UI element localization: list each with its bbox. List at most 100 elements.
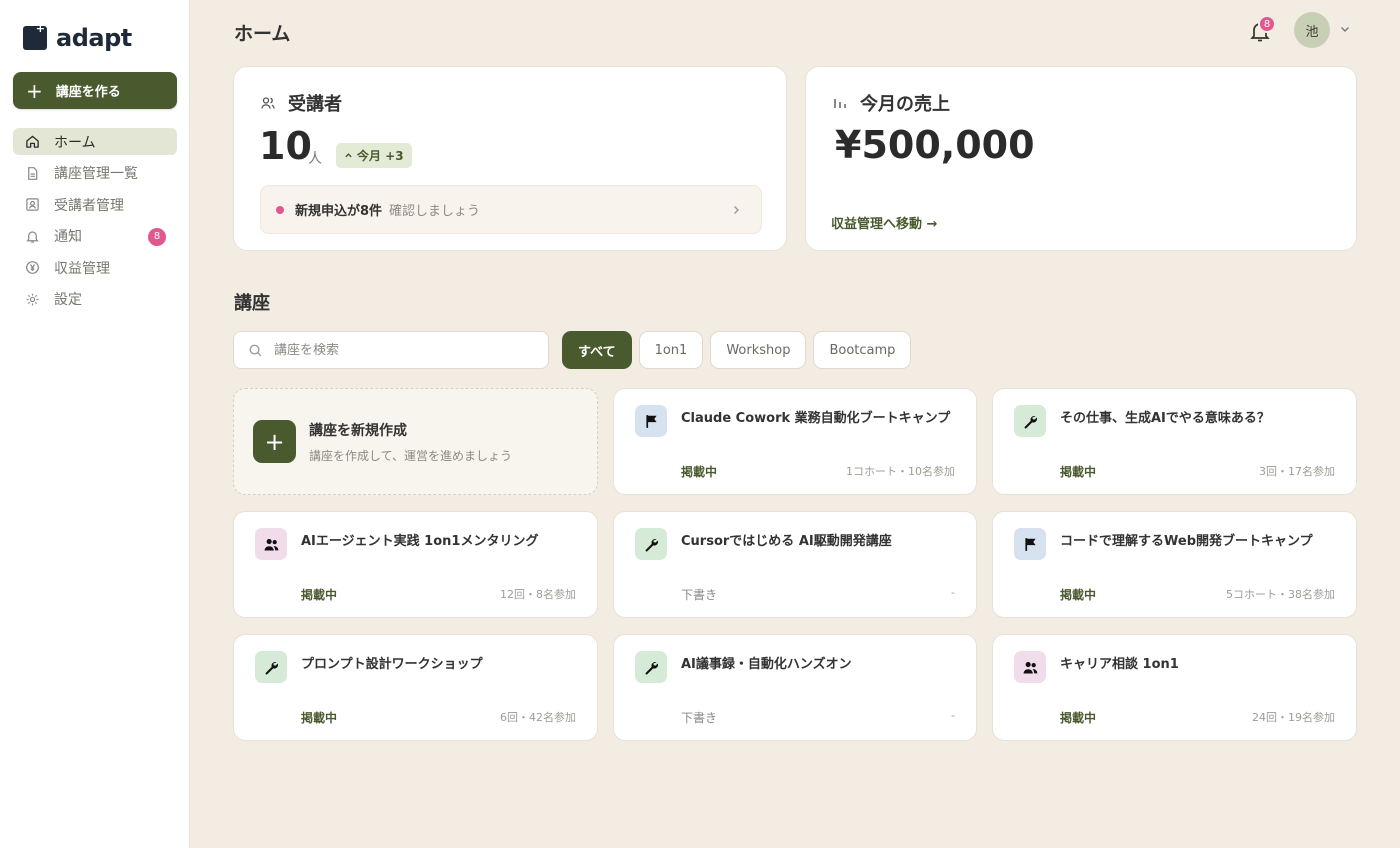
- sidebar: adapt + 講座を作る ホーム 講座管理一覧 受講者管理 通知 8 収益管理: [0, 0, 190, 848]
- sales-card-title: 今月の売上: [860, 94, 950, 115]
- new-course-subtitle: 講座を作成して、運営を進めましょう: [309, 449, 513, 463]
- wrench-icon: [1014, 405, 1046, 437]
- notification-count-badge: 8: [148, 227, 166, 246]
- course-status: 掲載中: [1060, 588, 1097, 602]
- course-status: 掲載中: [301, 588, 338, 602]
- filter-workshop[interactable]: Workshop: [710, 331, 807, 369]
- course-title: AIエージェント実践 1on1メンタリング: [301, 534, 539, 549]
- sidebar-item-label: 設定: [54, 292, 82, 309]
- sidebar-item-notifications[interactable]: 通知 8: [13, 223, 177, 250]
- sidebar-item-label: 通知: [54, 229, 82, 246]
- revenue-link[interactable]: 収益管理へ移動 →: [831, 213, 937, 232]
- logo-text: adapt: [56, 24, 132, 52]
- sales-card-header: 今月の売上: [832, 90, 950, 116]
- students-delta-badge: 今月 +3: [336, 143, 412, 168]
- users-icon: [261, 97, 275, 109]
- alert-dot: [276, 205, 284, 214]
- sidebar-item-settings[interactable]: 設定: [13, 286, 177, 313]
- user-card-icon: [26, 198, 39, 211]
- students-card-header: 受講者: [260, 90, 342, 116]
- course-meta: 5コホート・38名参加: [1226, 588, 1335, 601]
- sidebar-nav: ホーム 講座管理一覧 受講者管理 通知 8 収益管理 設定: [13, 128, 177, 318]
- students-card: 受講者 10 人 今月 +3 新規申込が8件 確認しましょう: [233, 66, 787, 251]
- bell-icon: [26, 231, 39, 243]
- course-card[interactable]: プロンプト設計ワークショップ 掲載中 6回・42名参加: [233, 634, 598, 741]
- course-title: キャリア相談 1on1: [1060, 657, 1179, 672]
- document-icon: [28, 166, 38, 180]
- create-course-button[interactable]: + 講座を作る: [13, 72, 177, 109]
- filter-1on1[interactable]: 1on1: [638, 331, 704, 369]
- course-title: その仕事、生成AIでやる意味ある？: [1060, 411, 1270, 426]
- course-card[interactable]: その仕事、生成AIでやる意味ある？ 掲載中 3回・17名参加: [992, 388, 1357, 495]
- alert-soft-text: 確認しましょう: [389, 204, 481, 219]
- course-status: 掲載中: [1060, 465, 1097, 479]
- bar-chart-icon: [834, 99, 846, 108]
- yen-icon: [26, 261, 39, 275]
- logo[interactable]: adapt: [23, 22, 132, 52]
- sidebar-item-label: 講座管理一覧: [54, 166, 138, 183]
- students-count: 10: [259, 124, 312, 168]
- course-filters: すべて 1on1 Workshop Bootcamp: [562, 331, 912, 369]
- page-title: ホーム: [234, 23, 291, 45]
- gear-icon: [26, 293, 39, 306]
- new-applications-alert[interactable]: 新規申込が8件 確認しましょう: [260, 185, 762, 234]
- flag-icon: [1014, 528, 1046, 560]
- course-meta: 12回・8名参加: [500, 588, 576, 601]
- avatar[interactable]: 池: [1294, 12, 1330, 48]
- course-grid: + 講座を新規作成 講座を作成して、運営を進めましょう Claude Cowor…: [233, 388, 1357, 741]
- course-meta: 24回・19名参加: [1252, 711, 1335, 724]
- plus-icon: +: [253, 420, 296, 463]
- chevron-up-icon: [345, 153, 352, 158]
- sidebar-item-label: ホーム: [54, 134, 96, 151]
- wrench-icon: [255, 651, 287, 683]
- people-icon: [1014, 651, 1046, 683]
- course-status: 掲載中: [301, 711, 338, 725]
- sidebar-item-courses[interactable]: 講座管理一覧: [13, 160, 177, 187]
- plus-icon: +: [26, 78, 43, 103]
- wrench-icon: [635, 528, 667, 560]
- course-title: プロンプト設計ワークショップ: [301, 657, 483, 672]
- course-status: 掲載中: [1060, 711, 1097, 725]
- course-title: Cursorではじめる AI駆動開発講座: [681, 534, 892, 549]
- logo-mark-icon: [23, 22, 47, 50]
- course-status: 下書き: [681, 588, 718, 602]
- create-course-label: 講座を作る: [55, 85, 121, 100]
- people-icon: [255, 528, 287, 560]
- filter-all[interactable]: すべて: [562, 331, 632, 369]
- course-card[interactable]: AIエージェント実践 1on1メンタリング 掲載中 12回・8名参加: [233, 511, 598, 618]
- students-unit: 人: [308, 151, 322, 167]
- course-meta: 6回・42名参加: [500, 711, 576, 724]
- course-meta: -: [951, 709, 955, 722]
- flag-icon: [635, 405, 667, 437]
- sales-amount: ¥500,000: [835, 123, 1035, 167]
- course-card[interactable]: Claude Cowork 業務自動化ブートキャンプ 掲載中 1コホート・10名参加: [613, 388, 977, 495]
- course-card[interactable]: AI議事録・自動化ハンズオン 下書き -: [613, 634, 977, 741]
- chevron-right-icon: [734, 206, 739, 214]
- course-card[interactable]: キャリア相談 1on1 掲載中 24回・19名参加: [992, 634, 1357, 741]
- alert-strong-text: 新規申込が8件: [295, 204, 383, 219]
- chevron-down-icon[interactable]: [1338, 22, 1352, 36]
- sidebar-item-revenue[interactable]: 収益管理: [13, 254, 177, 281]
- sidebar-item-home[interactable]: ホーム: [13, 128, 177, 155]
- sidebar-item-label: 受講者管理: [54, 197, 124, 214]
- filter-bootcamp[interactable]: Bootcamp: [813, 331, 912, 369]
- course-meta: -: [951, 586, 955, 599]
- course-meta: 3回・17名参加: [1259, 465, 1335, 478]
- sidebar-item-students[interactable]: 受講者管理: [13, 191, 177, 218]
- search-icon: [249, 344, 262, 356]
- course-meta: 1コホート・10名参加: [846, 465, 955, 478]
- new-course-card[interactable]: + 講座を新規作成 講座を作成して、運営を進めましょう: [233, 388, 598, 495]
- header-notification-badge: 8: [1258, 15, 1276, 33]
- course-status: 掲載中: [681, 465, 718, 479]
- course-search[interactable]: [233, 331, 549, 369]
- students-card-title: 受講者: [288, 94, 342, 115]
- sidebar-item-label: 収益管理: [54, 260, 110, 277]
- new-course-title: 講座を新規作成: [309, 423, 407, 439]
- course-card[interactable]: Cursorではじめる AI駆動開発講座 下書き -: [613, 511, 977, 618]
- courses-section-title: 講座: [234, 293, 270, 314]
- course-title: Claude Cowork 業務自動化ブートキャンプ: [681, 411, 951, 426]
- search-input[interactable]: [274, 342, 524, 358]
- wrench-icon: [635, 651, 667, 683]
- course-card[interactable]: コードで理解するWeb開発ブートキャンプ 掲載中 5コホート・38名参加: [992, 511, 1357, 618]
- students-delta-text: 今月 +3: [357, 149, 404, 163]
